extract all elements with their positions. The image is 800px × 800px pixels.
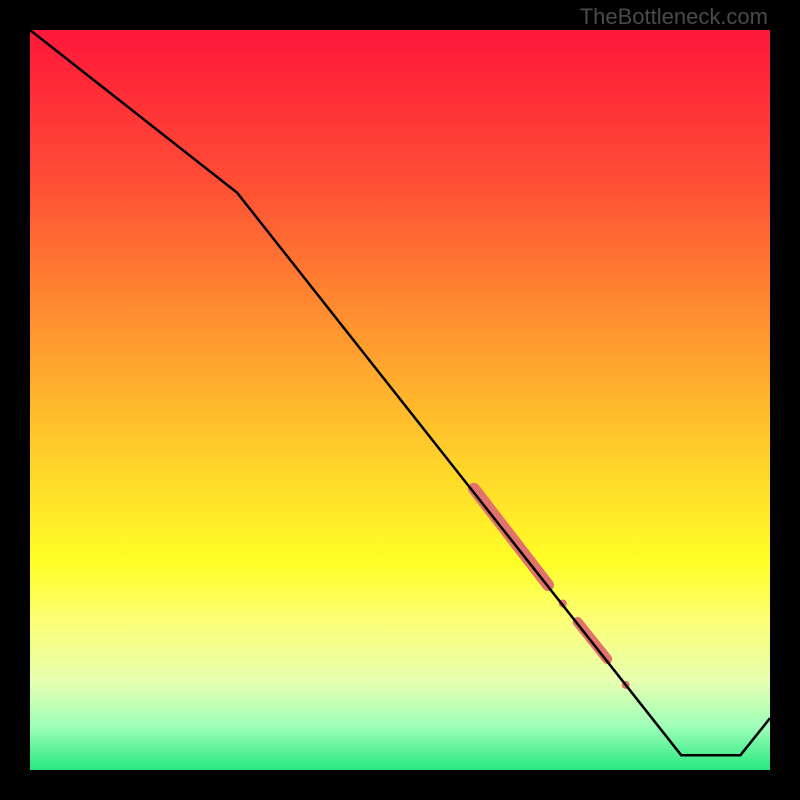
chart-plot-area [30, 30, 770, 770]
watermark-text: TheBottleneck.com [580, 4, 768, 30]
chart-svg [30, 30, 770, 770]
